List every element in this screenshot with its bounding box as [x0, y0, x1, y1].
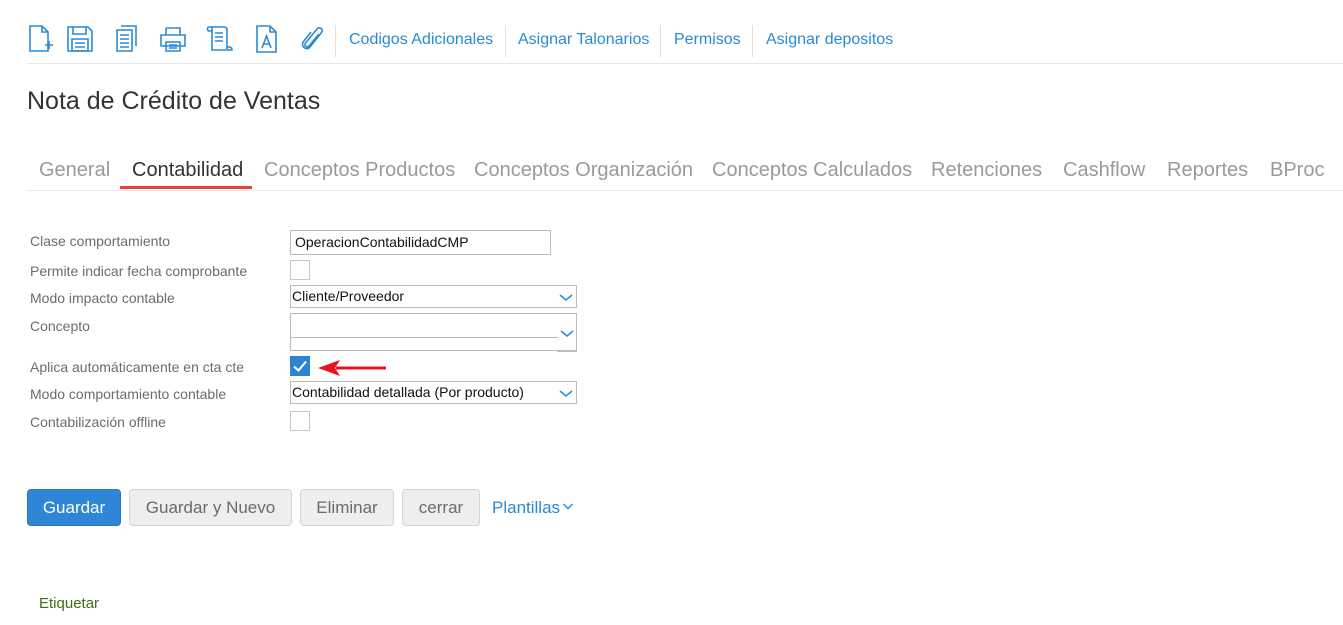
concepto-select-border — [290, 337, 558, 338]
save-icon[interactable] — [66, 24, 94, 54]
tab-conceptos-productos[interactable]: Conceptos Productos — [264, 159, 455, 182]
chevron-down-icon — [559, 390, 573, 397]
codigos-adicionales-link[interactable]: Codigos Adicionales — [349, 31, 493, 49]
tab-conceptos-organizacion[interactable]: Conceptos Organización — [474, 159, 693, 182]
modo-comportamiento-value: Contabilidad detallada (Por producto) — [292, 384, 524, 400]
tab-retenciones[interactable]: Retenciones — [931, 159, 1042, 182]
toolbar-separator — [660, 25, 661, 57]
aplica-automaticamente-label: Aplica automáticamente en cta cte — [30, 359, 245, 375]
tab-conceptos-calculados[interactable]: Conceptos Calculados — [712, 159, 912, 182]
modo-comportamiento-select[interactable]: Contabilidad detallada (Por producto) — [290, 381, 577, 404]
red-arrow-annotation — [318, 360, 386, 376]
tab-bproc[interactable]: BProc — [1270, 159, 1324, 182]
chevron-down-icon — [560, 330, 574, 337]
toolbar-separator — [752, 25, 753, 57]
modo-impacto-select[interactable]: Cliente/Proveedor — [290, 285, 577, 308]
contabilizacion-offline-label: Contabilización offline — [30, 414, 166, 430]
modo-impacto-value: Cliente/Proveedor — [292, 288, 405, 304]
cerrar-button[interactable]: cerrar — [402, 489, 480, 526]
concepto-select[interactable] — [290, 313, 577, 352]
checkmark-icon — [293, 360, 307, 372]
etiquetar-link[interactable]: Etiquetar — [39, 595, 99, 612]
guardar-y-nuevo-button[interactable]: Guardar y Nuevo — [129, 489, 292, 526]
toolbar-separator — [505, 25, 506, 57]
page-title: Nota de Crédito de Ventas — [27, 87, 321, 115]
permite-fecha-label: Permite indicar fecha comprobante — [30, 263, 248, 279]
modo-impacto-label: Modo impacto contable — [30, 290, 175, 306]
toolbar-separator — [335, 25, 336, 57]
asignar-talonarios-link[interactable]: Asignar Talonarios — [518, 31, 649, 49]
script-icon[interactable] — [206, 24, 234, 54]
copy-icon[interactable] — [113, 24, 141, 54]
font-document-icon[interactable] — [253, 24, 281, 54]
new-document-icon[interactable] — [27, 24, 55, 54]
clase-comportamiento-label: Clase comportamiento — [30, 233, 171, 249]
contabilizacion-offline-checkbox[interactable] — [290, 411, 310, 431]
modo-comportamiento-label: Modo comportamiento contable — [30, 386, 227, 402]
clase-comportamiento-input[interactable]: OperacionContabilidadCMP — [290, 230, 551, 255]
aplica-automaticamente-checkbox[interactable] — [290, 356, 310, 376]
tab-reportes[interactable]: Reportes — [1167, 159, 1248, 182]
tab-general[interactable]: General — [39, 159, 110, 182]
plantillas-label: Plantillas — [492, 498, 561, 517]
active-tab-indicator — [120, 186, 252, 189]
concepto-label: Concepto — [30, 318, 90, 334]
tab-bar: General Contabilidad Conceptos Productos… — [27, 150, 1343, 191]
plantillas-dropdown[interactable]: Plantillas — [492, 498, 574, 518]
attach-icon[interactable] — [299, 24, 327, 54]
toolbar: Codigos Adicionales Asignar Talonarios P… — [27, 16, 1343, 64]
print-icon[interactable] — [159, 24, 187, 54]
asignar-depositos-link[interactable]: Asignar depositos — [766, 31, 893, 49]
chevron-down-icon — [559, 294, 573, 301]
permite-fecha-checkbox[interactable] — [290, 260, 310, 280]
tab-cashflow[interactable]: Cashflow — [1063, 159, 1145, 182]
chevron-down-icon — [563, 503, 574, 510]
eliminar-button[interactable]: Eliminar — [300, 489, 394, 526]
permisos-link[interactable]: Permisos — [674, 31, 741, 49]
tab-contabilidad[interactable]: Contabilidad — [132, 159, 243, 182]
guardar-button[interactable]: Guardar — [27, 489, 121, 526]
